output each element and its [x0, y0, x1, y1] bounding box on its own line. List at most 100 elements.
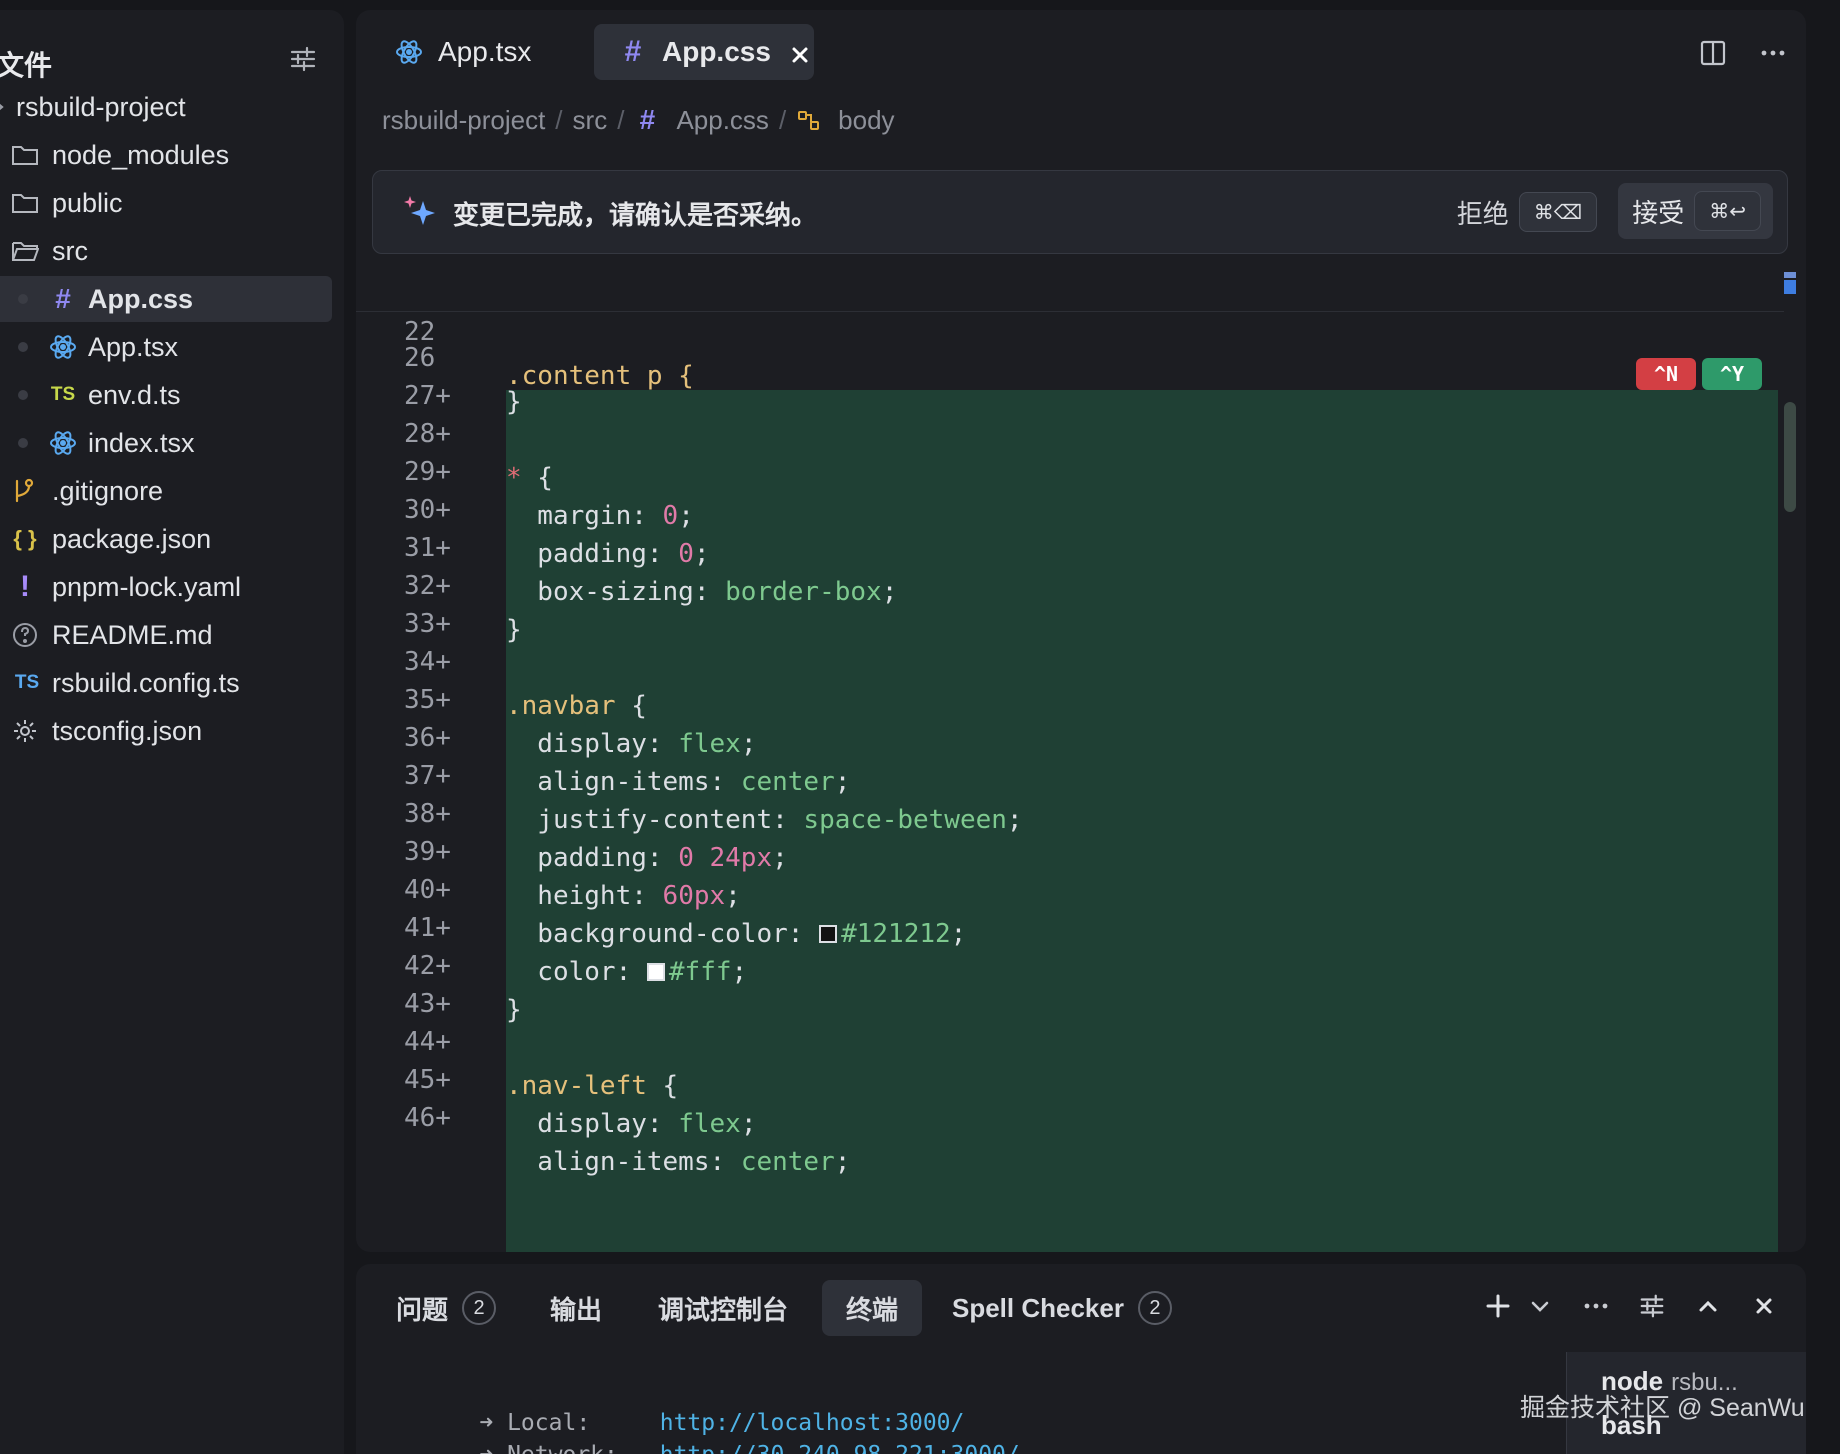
tree-guide-dot — [18, 342, 28, 352]
tree-item-label: tsconfig.json — [52, 715, 203, 746]
css-hash-icon: # — [55, 283, 71, 314]
count-badge: 2 — [1137, 1291, 1172, 1325]
panel-actions — [1484, 1292, 1778, 1320]
tree-item-rsbuild-project[interactable]: rsbuild-project — [0, 84, 332, 130]
tab-spell-checker[interactable]: Spell Checker 2 — [952, 1280, 1172, 1336]
ts-icon: TS — [50, 384, 76, 405]
tree-item-label: rsbuild.config.ts — [52, 667, 240, 698]
ts-icon: TS — [14, 672, 40, 693]
tab-terminal[interactable]: 终端 — [822, 1280, 923, 1336]
reject-label: 拒绝 — [1456, 198, 1509, 229]
tree-item-gitignore[interactable]: .gitignore — [0, 468, 332, 514]
tree-item-src[interactable]: src — [0, 228, 332, 274]
bottom-panel: 问题 2 输出 调试控制台 终端 Spell Checker 2 ➜ Local… — [356, 1264, 1806, 1454]
tree-item-label: node_modules — [52, 139, 230, 170]
ai-change-banner: 变更已完成，请确认是否采纳。 拒绝 ⌘⌫ 接受 ⌘↩ — [372, 170, 1788, 254]
tree-item-pnpm-lock[interactable]: ! pnpm-lock.yaml — [0, 564, 332, 610]
react-icon — [48, 332, 78, 362]
sparkle-icon — [401, 193, 439, 231]
folder-icon — [10, 140, 40, 170]
terminal-link[interactable]: http://30.240.98.221:3000/ — [660, 1442, 1020, 1454]
tab-label: App.tsx — [438, 36, 532, 67]
line-number: 22 — [404, 317, 436, 347]
exclamation-icon: ! — [20, 570, 30, 603]
tab-label: 终端 — [846, 1294, 899, 1325]
tab-output[interactable]: 输出 — [550, 1280, 602, 1336]
chevron-up-icon[interactable] — [1694, 1292, 1722, 1320]
tab-debug-console[interactable]: 调试控制台 — [658, 1280, 788, 1336]
code-text: .content p { — [506, 361, 694, 391]
sticky-scroll-line[interactable]: 22 .content p { — [356, 272, 1784, 391]
reject-button[interactable]: 拒绝 ⌘⌫ — [1457, 187, 1597, 237]
line-number: 46+ — [404, 1103, 451, 1133]
more-icon[interactable] — [1582, 1292, 1610, 1320]
tree-item-label: .gitignore — [52, 475, 164, 506]
chevron-down-icon[interactable] — [1526, 1292, 1554, 1320]
symbol-icon — [796, 107, 822, 133]
tab-app-tsx[interactable]: App.tsx — [384, 24, 564, 80]
breadcrumb-item[interactable]: body — [838, 105, 894, 136]
tab-label: 输出 — [550, 1294, 603, 1325]
tree-guide-dot — [18, 294, 28, 304]
tab-label: App.css — [662, 36, 771, 67]
accept-label: 接受 — [1632, 197, 1685, 228]
tree-item-node-modules[interactable]: node_modules — [0, 132, 332, 178]
tree-item-env-d-ts[interactable]: TS env.d.ts — [0, 372, 332, 418]
tree-guide-dot — [18, 438, 28, 448]
split-editor-icon[interactable] — [1698, 38, 1728, 68]
tab-problems[interactable]: 问题 2 — [396, 1280, 497, 1336]
css-hash-icon: # — [624, 35, 642, 68]
tree-item-app-css[interactable]: # App.css — [0, 276, 332, 322]
react-icon — [48, 428, 78, 458]
tree-item-label: src — [52, 235, 88, 266]
chevron-icon — [0, 92, 14, 122]
tree-item-label: pnpm-lock.yaml — [52, 571, 242, 602]
reject-shortcut: ⌘⌫ — [1518, 192, 1597, 232]
tab-app-css[interactable]: # App.css — [594, 24, 814, 80]
folder-icon — [10, 188, 40, 218]
file-explorer-sidebar: 文件 rsbuild-project node_modules public s… — [0, 10, 344, 1454]
tree-item-rsbuild-config[interactable]: TS rsbuild.config.ts — [0, 660, 332, 706]
tree-item-label: package.json — [52, 523, 212, 554]
explorer-title: 文件 — [0, 50, 53, 81]
sliders-icon[interactable] — [1638, 1292, 1666, 1320]
info-circle-icon — [10, 620, 40, 650]
watermark-text: 掘金技术社区 @ SeanWu — [1520, 1394, 1805, 1422]
breadcrumb-item[interactable]: src — [573, 105, 608, 136]
tree-item-public[interactable]: public — [0, 180, 332, 226]
tree-item-label: env.d.ts — [88, 379, 181, 410]
react-icon — [394, 37, 424, 67]
more-icon[interactable] — [1758, 38, 1788, 68]
tree-item-app-tsx[interactable]: App.tsx — [0, 324, 332, 370]
terminal-line: ➜ Network: http://30.240.98.221:3000/ — [424, 1416, 1020, 1454]
close-icon[interactable] — [789, 41, 811, 63]
explorer-header: 文件 — [0, 38, 344, 82]
breadcrumb: rsbuild-project / src / # App.css / body — [382, 100, 895, 140]
tree-item-label: App.tsx — [88, 331, 179, 362]
tree-item-readme[interactable]: README.md — [0, 612, 332, 658]
banner-message: 变更已完成，请确认是否采纳。 — [453, 200, 818, 230]
gear-icon — [10, 716, 40, 746]
code-editor[interactable]: 22 .content p { 25 opacity: 0.5; ^N ^Y 2… — [356, 272, 1796, 1252]
json-braces-icon: { } — [13, 526, 37, 551]
tree-item-tsconfig[interactable]: tsconfig.json — [0, 708, 332, 754]
tree-item-label: rsbuild-project — [16, 91, 186, 122]
accept-shortcut: ⌘↩ — [1694, 191, 1761, 231]
close-icon[interactable] — [1750, 1292, 1778, 1320]
breadcrumb-separator: / — [617, 104, 625, 135]
git-branch-icon — [8, 476, 38, 506]
scrollbar-thumb[interactable] — [1784, 402, 1796, 512]
tree-item-label: index.tsx — [88, 427, 195, 458]
editor-actions — [1698, 38, 1788, 68]
breadcrumb-separator: / — [555, 104, 563, 135]
breadcrumb-item[interactable]: App.css — [676, 105, 769, 136]
tab-label: 问题 — [396, 1294, 449, 1325]
folder-open-icon — [10, 236, 40, 266]
breadcrumb-item[interactable]: rsbuild-project — [382, 105, 545, 136]
sliders-icon[interactable] — [288, 44, 318, 74]
plus-icon[interactable] — [1484, 1292, 1512, 1320]
tree-item-package-json[interactable]: { } package.json — [0, 516, 332, 562]
tree-item-label: public — [52, 187, 123, 218]
accept-button[interactable]: 接受 ⌘↩ — [1618, 183, 1773, 239]
tree-item-index-tsx[interactable]: index.tsx — [0, 420, 332, 466]
